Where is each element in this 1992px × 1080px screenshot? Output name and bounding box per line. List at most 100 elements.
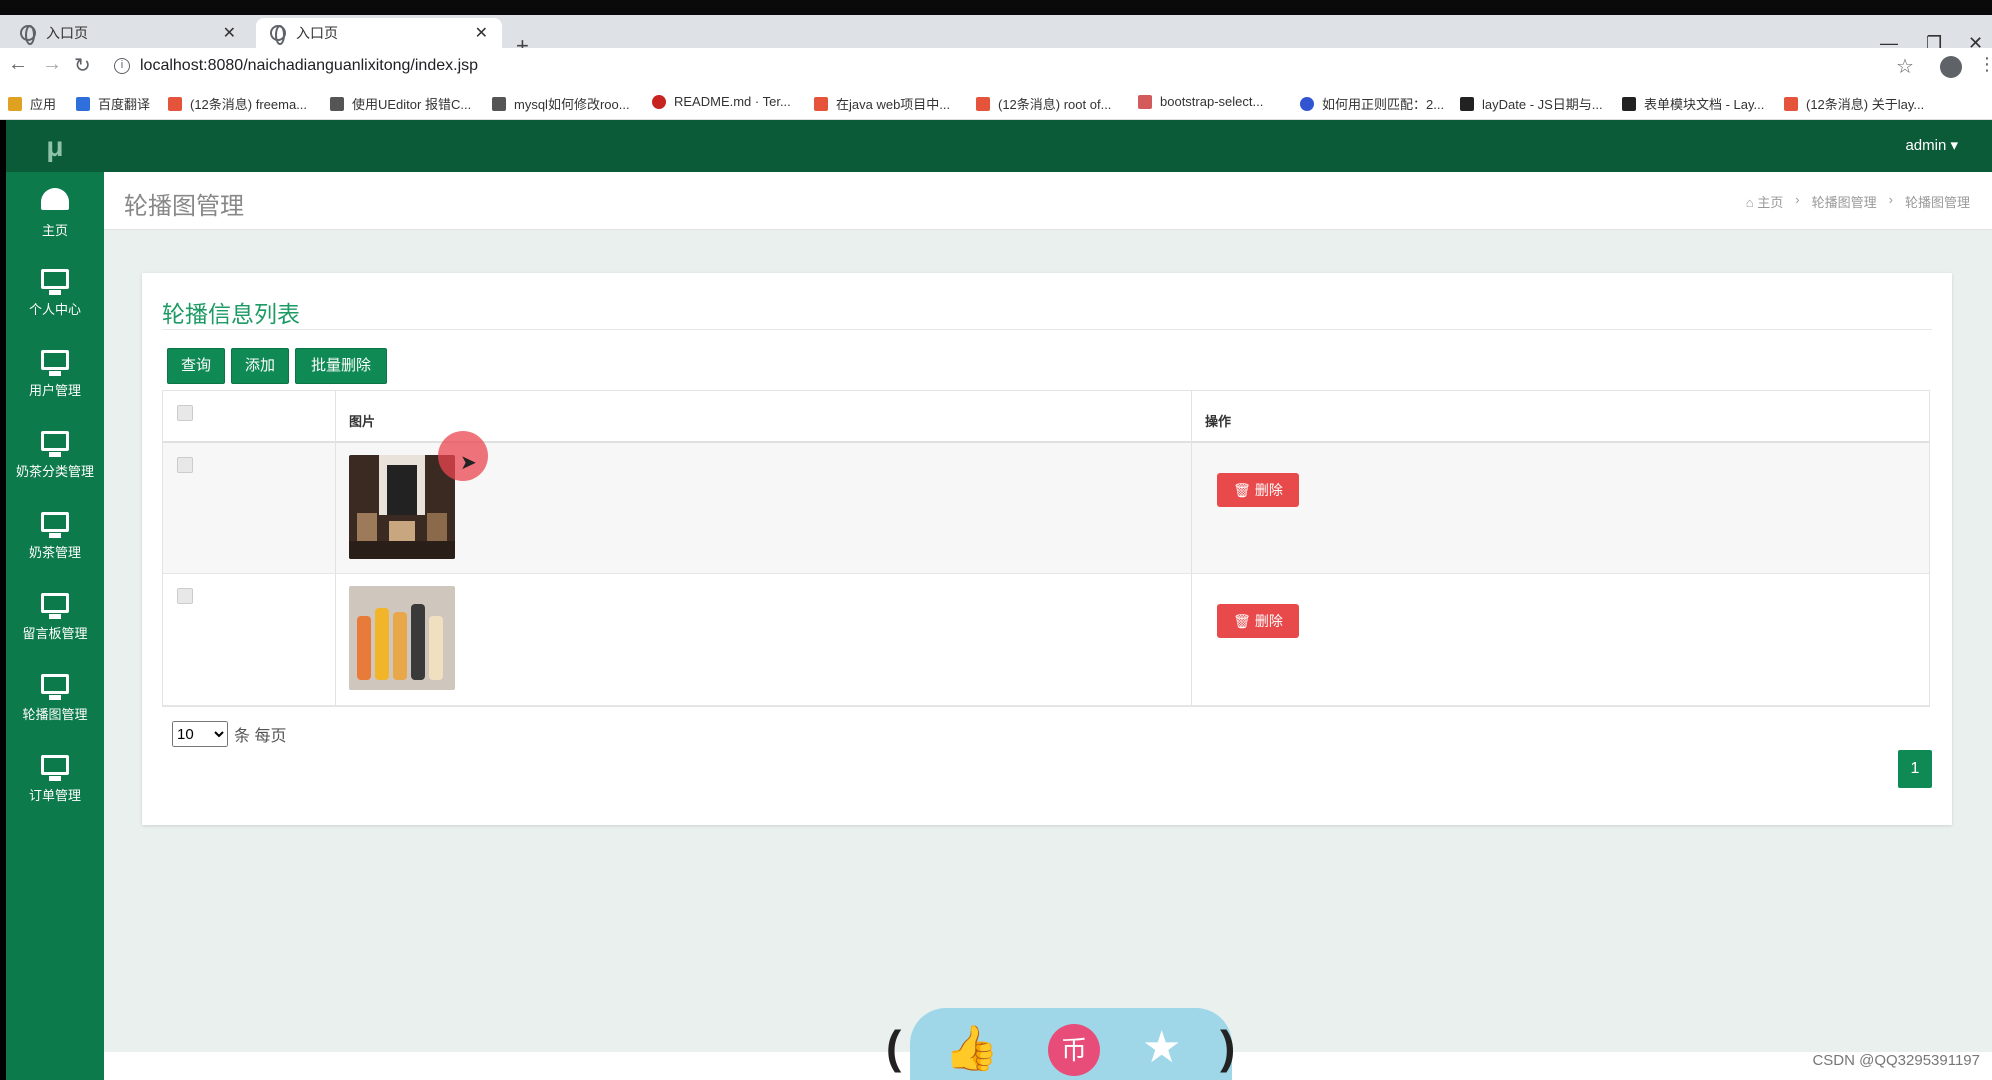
add-button[interactable]: 添加	[231, 348, 289, 384]
sidebar-item-home[interactable]: 主页	[6, 176, 104, 254]
user-menu[interactable]: admin ▾	[1905, 136, 1958, 154]
sidebar-item-users[interactable]: 用户管理	[6, 338, 104, 416]
breadcrumb-separator: ›	[1888, 192, 1893, 207]
overlay-bracket-left: (	[886, 1021, 902, 1073]
tab-title: 入口页	[296, 25, 338, 41]
breadcrumb-home[interactable]: ⌂ 主页	[1746, 192, 1784, 211]
browser-tab-2[interactable]: 入口页 ✕	[256, 18, 502, 48]
monitor-icon	[41, 269, 69, 295]
delete-button[interactable]: 🗑 删除	[1217, 473, 1299, 507]
monitor-icon	[41, 350, 69, 376]
card-title: 轮播信息列表	[162, 301, 300, 327]
app-logo[interactable]: μ	[6, 120, 104, 172]
bookmark-item[interactable]: bootstrap-select...	[1138, 94, 1263, 109]
bookmark-item[interactable]: 使用UEditor 报错C...	[330, 94, 471, 113]
column-header-action: 操作	[1205, 414, 1232, 429]
bookmark-item[interactable]: (12条消息) 关于lay...	[1784, 94, 1924, 113]
sidebar-item-label: 用户管理	[28, 383, 81, 398]
url-text: localhost:8080/naichadianguanlixitong/in…	[140, 57, 479, 74]
overlay-bracket-right: )	[1220, 1021, 1236, 1073]
apps-grid-icon	[8, 96, 22, 111]
layui-icon	[1622, 96, 1636, 111]
bookmark-item[interactable]: 百度翻译	[76, 94, 150, 113]
carousel-image-thumbnail	[349, 586, 455, 690]
bookmark-item[interactable]: (12条消息) freema...	[168, 94, 307, 113]
layui-icon	[1460, 96, 1474, 111]
site-icon	[492, 96, 506, 111]
baidu-translate-icon	[76, 96, 90, 111]
row-checkbox[interactable]	[177, 588, 193, 604]
bookmark-item[interactable]: 表单模块文档 - Lay...	[1622, 94, 1764, 113]
sidebar-item-label: 留言板管理	[22, 626, 88, 641]
page-size-select[interactable]: 10	[172, 721, 228, 747]
bookmark-item[interactable]: 如何用正则匹配：2...	[1300, 94, 1444, 113]
reload-icon[interactable]: ↻	[74, 53, 91, 78]
coin-icon[interactable]: 币	[1046, 1022, 1102, 1080]
sidebar-item-message-board[interactable]: 留言板管理	[6, 581, 104, 659]
url-field[interactable]: i localhost:8080/naichadianguanlixitong/…	[114, 57, 478, 75]
menu-kebab-icon[interactable]: ⋮	[1978, 54, 1992, 75]
page-size-label: 条 每页	[234, 728, 287, 745]
bookmark-item[interactable]: layDate - JS日期与...	[1460, 94, 1603, 113]
browser-tab-bar: 入口页 ✕ 入口页 ✕ + — ❐ ✕	[0, 15, 1992, 58]
sidebar-item-tea-categories[interactable]: 奶茶分类管理	[6, 419, 104, 497]
sidebar-item-label: 轮播图管理	[22, 707, 88, 722]
baidu-paw-icon	[1300, 96, 1314, 111]
row-checkbox[interactable]	[177, 457, 193, 473]
table-row: 🗑 删除	[163, 443, 1929, 574]
tab-title: 入口页	[46, 25, 88, 41]
thumbs-up-icon[interactable]: 👍	[944, 1022, 999, 1074]
close-icon[interactable]: ✕	[223, 23, 236, 43]
top-navbar: admin ▾	[104, 120, 1992, 172]
monitor-icon	[41, 431, 69, 457]
bookmark-item[interactable]: (12条消息) root of...	[976, 94, 1111, 113]
main-content: 轮播图管理 ⌂ 主页 › 轮播图管理 › 轮播图管理 轮播信息列表 查询 添加 …	[104, 172, 1992, 1080]
carousel-image-thumbnail	[349, 455, 455, 559]
bookmark-star-icon[interactable]: ☆	[1896, 54, 1914, 79]
query-button[interactable]: 查询	[167, 348, 225, 384]
page-header: 轮播图管理 ⌂ 主页 › 轮播图管理 › 轮播图管理	[104, 172, 1992, 230]
sidebar-item-label: 订单管理	[28, 788, 81, 803]
sidebar-item-label: 主页	[41, 223, 68, 238]
carousel-list-card: 轮播信息列表 查询 添加 批量删除 图片 操作 🗑 删除 🗑 删除 10 条 每…	[142, 273, 1952, 825]
sidebar-item-personal-center[interactable]: 个人中心	[6, 257, 104, 335]
bookmarks-bar: 应用 百度翻译 (12条消息) freema... 使用UEditor 报错C.…	[0, 86, 1992, 120]
star-icon[interactable]: ★	[1142, 1022, 1181, 1073]
back-icon[interactable]: ←	[8, 53, 28, 76]
bookmark-apps[interactable]: 应用	[8, 94, 56, 113]
page-title: 轮播图管理	[124, 193, 244, 220]
column-divider	[335, 391, 336, 706]
browser-tab-1[interactable]: 入口页 ✕	[6, 18, 250, 48]
carousel-table: 图片 操作 🗑 删除 🗑 删除	[162, 390, 1930, 707]
batch-delete-button[interactable]: 批量删除	[295, 348, 387, 384]
gitee-icon	[652, 94, 666, 109]
site-icon	[1138, 94, 1152, 109]
csdn-icon	[1784, 96, 1798, 111]
table-header: 图片 操作	[163, 391, 1929, 443]
breadcrumb-item[interactable]: 轮播图管理	[1812, 192, 1877, 211]
sidebar-item-carousel[interactable]: 轮播图管理	[6, 662, 104, 740]
svg-text:币: 币	[1061, 1036, 1087, 1066]
screen-top-bar	[0, 0, 1992, 15]
forward-icon[interactable]: →	[42, 53, 62, 76]
watermark: CSDN @QQ3295391197	[1812, 1052, 1980, 1069]
delete-button[interactable]: 🗑 删除	[1217, 604, 1299, 638]
dashboard-icon	[41, 188, 69, 210]
trash-icon: 🗑	[1233, 482, 1251, 498]
divider	[162, 329, 1932, 330]
sidebar-item-tea[interactable]: 奶茶管理	[6, 500, 104, 578]
close-icon[interactable]: ✕	[475, 23, 488, 43]
sidebar-item-orders[interactable]: 订单管理	[6, 743, 104, 821]
bookmark-item[interactable]: README.md · Ter...	[652, 94, 791, 109]
monitor-icon	[41, 674, 69, 700]
bookmark-item[interactable]: 在java web项目中...	[814, 94, 950, 113]
account-icon[interactable]	[1940, 56, 1962, 78]
globe-icon	[20, 25, 36, 45]
sidebar: μ 主页 个人中心 用户管理 奶茶分类管理 奶茶管理 留言板管理 轮播图管理 订…	[6, 120, 104, 1080]
pagination-page-1[interactable]: 1	[1898, 750, 1932, 788]
info-icon[interactable]: i	[114, 58, 130, 74]
cursor-icon: ➤	[460, 452, 477, 474]
monitor-icon	[41, 512, 69, 538]
bookmark-item[interactable]: mysql如何修改roo...	[492, 94, 630, 113]
select-all-checkbox[interactable]	[177, 405, 193, 421]
